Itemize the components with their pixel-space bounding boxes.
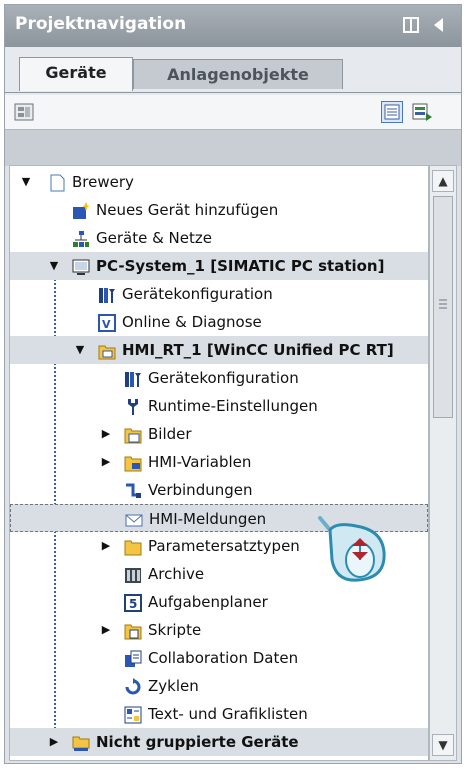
collapsed-arrow-icon[interactable]: ▶ <box>100 532 112 560</box>
tree-item-label: Skripte <box>148 621 202 639</box>
panel-separator <box>5 129 461 166</box>
collapse-left-icon[interactable] <box>429 15 449 35</box>
tab-divider <box>5 92 461 93</box>
tree-item-scheduler[interactable]: 5 Aufgabenplaner <box>10 588 428 616</box>
tree-item-hmi-rt[interactable]: ▼ HMI_RT_1 [WinCC Unified PC RT] <box>10 336 428 364</box>
project-tree: ▼ Brewery Neues Gerät hinzufügen Geräte … <box>9 165 429 761</box>
device-config-icon <box>124 369 142 387</box>
tree-item-pc-system[interactable]: ▼ PC-System_1 [SIMATIC PC station] <box>10 252 428 280</box>
scroll-up-icon[interactable]: ▲ <box>432 170 454 192</box>
folder-screens-icon <box>124 425 142 444</box>
device-config-icon <box>98 285 116 303</box>
tree-item-brewery[interactable]: ▼ Brewery <box>10 168 428 196</box>
online-diagnostics-icon: V <box>98 313 116 332</box>
connections-icon <box>124 481 142 499</box>
tree-item-label: Gerätekonfiguration <box>148 369 299 387</box>
collapsed-arrow-icon[interactable]: ▶ <box>48 728 60 756</box>
tree-item-label: Runtime-Einstellungen <box>148 397 318 415</box>
mouse-click-icon <box>316 516 396 586</box>
panel-title: Projektnavigation <box>15 14 187 34</box>
tree-view-icon[interactable] <box>411 101 433 123</box>
collapsed-arrow-icon[interactable]: ▶ <box>100 420 112 448</box>
tree-item-ungrouped-devices[interactable]: ▶ Nicht gruppierte Geräte <box>10 728 428 756</box>
tree-item-label: Bilder <box>148 425 192 443</box>
collapsed-arrow-icon[interactable]: ▶ <box>100 616 112 644</box>
tree-item-collaboration-data[interactable]: Collaboration Daten <box>10 644 428 672</box>
tree-item-label: Text- und Grafiklisten <box>148 705 308 723</box>
scripts-folder-icon <box>124 621 142 640</box>
archive-icon <box>124 565 142 583</box>
project-view-icon[interactable] <box>13 101 35 123</box>
pc-station-icon <box>72 257 90 275</box>
details-view-icon[interactable] <box>381 101 403 123</box>
folder-icon <box>124 537 142 556</box>
scroll-thumb[interactable] <box>433 196 453 418</box>
hmi-runtime-icon <box>98 341 116 360</box>
tree-item-label: Collaboration Daten <box>148 649 299 667</box>
tree-item-runtime-settings[interactable]: Runtime-Einstellungen <box>10 392 428 420</box>
tree-item-label: Archive <box>148 565 205 583</box>
tab-geraete[interactable]: Geräte <box>19 57 133 91</box>
svg-text:V: V <box>102 318 111 331</box>
tree-item-label: HMI_RT_1 [WinCC Unified PC RT] <box>122 341 394 359</box>
tree-item-label: Zyklen <box>148 677 199 695</box>
tab-anlagenobjekte[interactable]: Anlagenobjekte <box>133 59 343 89</box>
tree-item-label: Parametersatztypen <box>148 537 300 555</box>
tree-item-label: Verbindungen <box>148 481 253 499</box>
tree-item-devices-networks[interactable]: Geräte & Netze <box>10 224 428 252</box>
tree-item-scripts[interactable]: ▶ Skripte <box>10 616 428 644</box>
alarms-icon <box>125 510 143 528</box>
pin-icon[interactable] <box>401 15 421 35</box>
tree-item-hmi-tags[interactable]: ▶ HMI-Variablen <box>10 448 428 476</box>
cycles-icon <box>124 677 142 695</box>
tree-item-cycles[interactable]: Zyklen <box>10 672 428 700</box>
collaboration-icon <box>124 649 142 667</box>
collapsed-arrow-icon[interactable]: ▶ <box>100 448 112 476</box>
toolbar <box>5 95 461 129</box>
tree-item-label: Geräte & Netze <box>96 229 212 247</box>
tree-item-device-config-hmi[interactable]: Gerätekonfiguration <box>10 364 428 392</box>
project-icon <box>48 173 66 192</box>
tree-item-connections[interactable]: Verbindungen <box>10 476 428 504</box>
tree-item-online-diagnostics[interactable]: V Online & Diagnose <box>10 308 428 336</box>
folder-tags-icon <box>124 453 142 472</box>
grip-icon <box>439 299 447 309</box>
tree-item-label: Aufgabenplaner <box>148 593 268 611</box>
tree-item-text-graphic-lists[interactable]: Text- und Grafiklisten <box>10 700 428 728</box>
expanded-arrow-icon[interactable]: ▼ <box>48 252 60 280</box>
tree-item-label: HMI-Variablen <box>148 453 252 471</box>
tree-item-label: Gerätekonfiguration <box>122 285 273 303</box>
panel-titlebar: Projektnavigation <box>5 5 461 47</box>
tree-scrollbar[interactable]: ▲ ▼ <box>429 165 457 761</box>
tree-item-add-device[interactable]: Neues Gerät hinzufügen <box>10 196 428 224</box>
network-icon <box>72 229 90 247</box>
expanded-arrow-icon[interactable]: ▼ <box>74 336 86 364</box>
svg-text:5: 5 <box>129 597 137 611</box>
tree-item-label: Nicht gruppierte Geräte <box>96 733 299 751</box>
tree-item-label: PC-System_1 [SIMATIC PC station] <box>96 257 385 275</box>
add-device-icon <box>72 201 90 219</box>
project-navigation-panel: Projektnavigation Geräte Anlagenobjekte … <box>4 4 462 764</box>
runtime-settings-icon <box>124 397 142 415</box>
tree-item-device-config[interactable]: Gerätekonfiguration <box>10 280 428 308</box>
tree-item-label: HMI-Meldungen <box>149 510 267 528</box>
ungrouped-devices-icon <box>72 733 90 751</box>
tree-item-screens[interactable]: ▶ Bilder <box>10 420 428 448</box>
scheduler-icon: 5 <box>124 593 142 612</box>
tab-bar: Geräte Anlagenobjekte <box>5 47 461 95</box>
tree-item-label: Online & Diagnose <box>122 313 262 331</box>
expanded-arrow-icon[interactable]: ▼ <box>20 168 32 196</box>
text-graphic-lists-icon <box>124 705 142 724</box>
scroll-down-icon[interactable]: ▼ <box>432 734 454 756</box>
tree-item-label: Brewery <box>72 173 134 191</box>
tree-item-label: Neues Gerät hinzufügen <box>96 201 279 219</box>
